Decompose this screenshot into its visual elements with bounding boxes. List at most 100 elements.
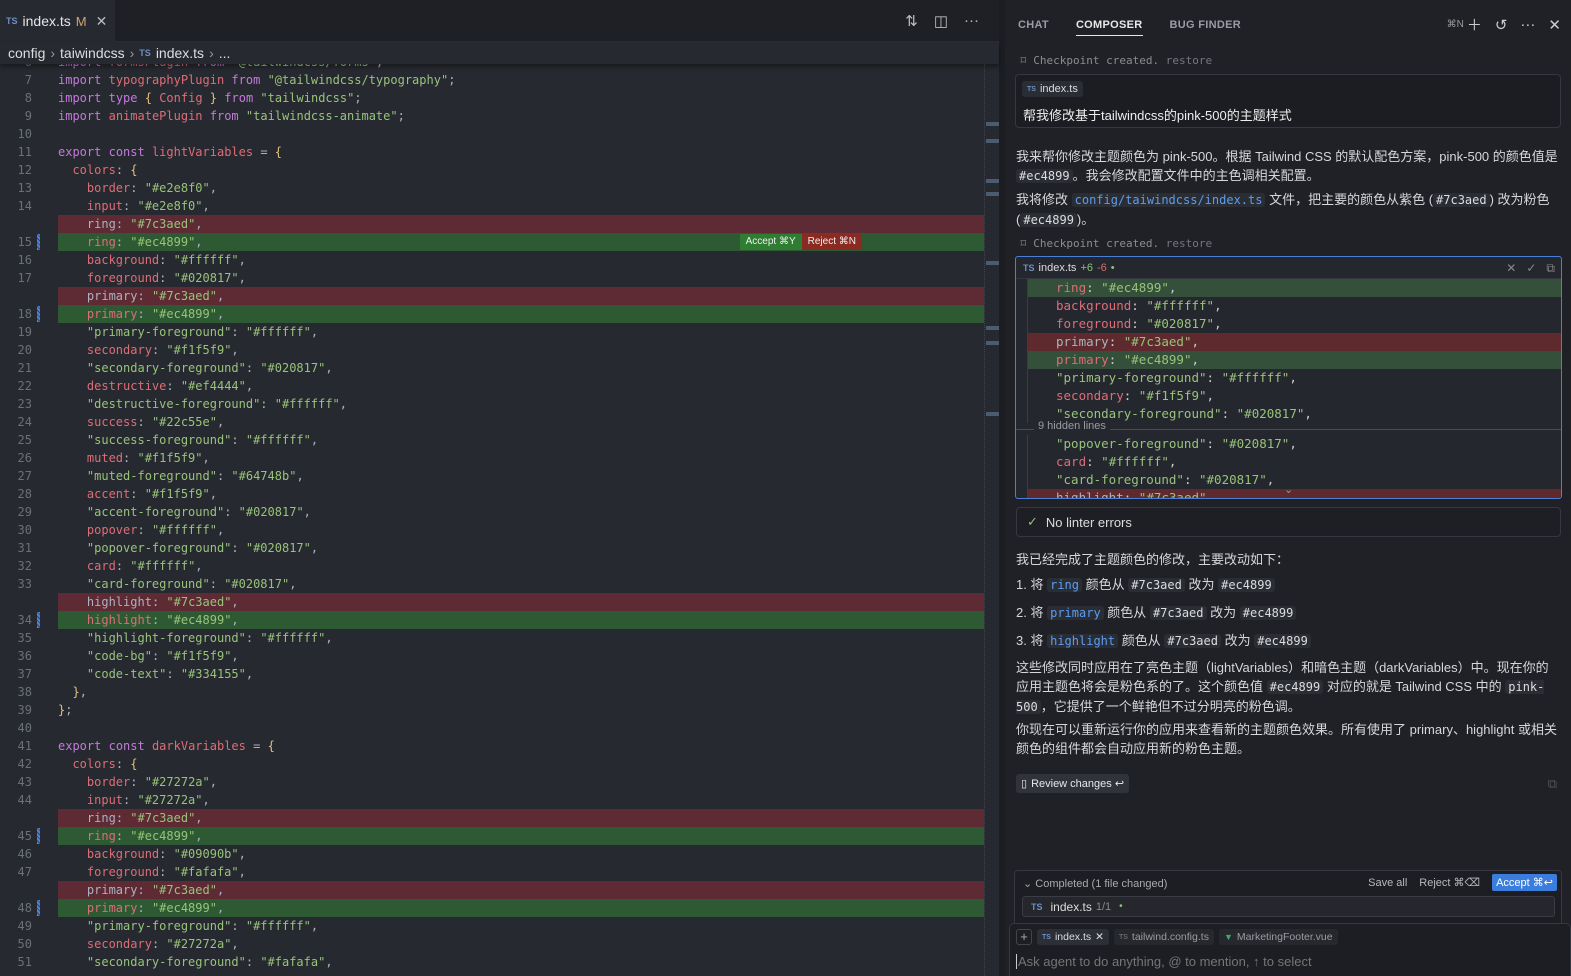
code-line: 12 colors: { — [0, 161, 984, 179]
reject-icon[interactable]: ✕ — [1506, 261, 1516, 276]
removed-line: primary: "#7c3aed", — [58, 287, 984, 305]
tab-index-ts[interactable]: TS index.ts M ✕ — [0, 0, 115, 42]
code-line: 38 }, — [0, 683, 984, 701]
text: 1. 将 — [1016, 577, 1044, 592]
composer-panel: CHAT COMPOSER BUG FINDER ⌘N ＋ ↺ ··· ✕ ⌑ … — [1005, 0, 1571, 976]
line-number: 26 — [17, 451, 32, 465]
split-editor-icon[interactable]: ◫ — [934, 12, 948, 30]
line-number: 46 — [17, 847, 32, 861]
checkpoint: ⌑ Checkpoint created. restore — [1020, 237, 1212, 250]
diff-filename[interactable]: index.ts — [1039, 262, 1077, 274]
code-line: 9 import animatePlugin from "tailwindcss-… — [0, 107, 984, 125]
code-line: 28 accent: "#f1f5f9", — [0, 485, 984, 503]
copy-icon[interactable]: ⧉ — [1548, 776, 1557, 792]
hidden-lines-divider[interactable]: 9 hidden lines — [1016, 420, 1561, 435]
change-marker[interactable] — [37, 612, 40, 628]
code-text: "destructive-foreground": "#ffffff", — [86, 397, 348, 411]
vue-icon: ▼ — [1223, 932, 1233, 942]
review-label: Review changes ↩ — [1031, 778, 1125, 790]
code-line: 36 "code-bg": "#f1f5f9", — [0, 647, 984, 665]
line-number: 7 — [24, 73, 32, 87]
code-editor[interactable]: 6 import formsPlugin from "@tailwindcss/f… — [0, 63, 984, 976]
file-chip[interactable]: TS index.ts — [1022, 81, 1083, 97]
typescript-icon: TS — [1118, 933, 1128, 941]
save-all-button[interactable]: Save all — [1368, 877, 1407, 889]
line-number: 45 — [17, 829, 32, 843]
change-marker[interactable] — [37, 306, 40, 322]
restore-link[interactable]: restore — [1166, 237, 1212, 250]
change-marker[interactable] — [37, 900, 40, 916]
diff-card: TS index.ts +6 -6 • ✕ ✓ ⧉ ring: "#ec4899",… — [1015, 256, 1562, 499]
code-text: "muted-foreground": "#64748b", — [86, 469, 304, 483]
accept-all-button[interactable]: Accept ⌘↩ — [1492, 874, 1557, 891]
code-line: 26 muted: "#f1f5f9", — [0, 449, 984, 467]
more-icon[interactable]: ··· — [1520, 16, 1535, 33]
code-line: 35 "highlight-foreground": "#ffffff", — [0, 629, 984, 647]
accept-change-button[interactable]: Accept ⌘Y — [739, 234, 802, 250]
checkpoint: ⌑ Checkpoint created. restore — [1020, 54, 1212, 67]
line-number: 51 — [17, 955, 32, 969]
code-line: card: "#ffffff", — [1027, 453, 1561, 471]
assistant-paragraph: 你现在可以重新运行你的应用来查看新的主题颜色效果。所有使用了 primary、h… — [1016, 722, 1557, 756]
code-text: }; — [58, 703, 73, 717]
code-line: 33 "card-foreground": "#020817", — [0, 575, 984, 593]
code-text: "card-foreground": "#020817", — [86, 577, 297, 591]
code-line: 42 colors: { — [0, 755, 984, 773]
history-icon[interactable]: ↺ — [1495, 16, 1508, 34]
change-marker[interactable] — [37, 234, 40, 250]
close-icon[interactable]: ✕ — [1548, 16, 1561, 34]
reject-change-button[interactable]: Reject ⌘N — [801, 234, 862, 250]
tab-composer[interactable]: COMPOSER — [1075, 0, 1143, 36]
chevron-down-icon[interactable]: ⌄ — [1284, 483, 1293, 496]
changed-file-row[interactable]: TS index.ts 1/1 • — [1022, 896, 1555, 917]
chevron-right-icon: › — [50, 45, 56, 61]
context-chip[interactable]: ▼ MarketingFooter.vue — [1218, 929, 1338, 945]
code-line: 11 export const lightVariables = { — [0, 143, 984, 161]
review-changes-button[interactable]: ▯ Review changes ↩ — [1016, 774, 1130, 793]
code-line: 17 foreground: "#020817", — [0, 269, 984, 287]
typescript-icon: TS — [1027, 85, 1036, 93]
agent-prompt-input[interactable] — [1016, 954, 1556, 969]
code-text: highlight: "#ec4899", — [86, 613, 239, 627]
breadcrumb-item[interactable]: index.ts — [156, 45, 204, 61]
minimap-marker — [986, 192, 999, 196]
add-context-button[interactable]: + — [1016, 929, 1032, 945]
code-text: ring: "#ec4899", — [86, 829, 203, 843]
code-line: 31 "popover-foreground": "#020817", — [0, 539, 984, 557]
code-line: 40 — [0, 719, 984, 737]
chevron-down-icon[interactable]: ⌄ — [1023, 878, 1032, 890]
code-line: 41 export const darkVariables = { — [0, 737, 984, 755]
open-file-icon[interactable]: ⧉ — [1546, 261, 1555, 276]
breadcrumb-item[interactable]: taiwindcss — [60, 45, 125, 61]
context-chip[interactable]: TS index.ts ✕ — [1037, 929, 1109, 945]
code-text: muted: "#f1f5f9", — [86, 451, 210, 465]
restore-link[interactable]: restore — [1166, 54, 1212, 67]
status-dot: • — [1119, 901, 1123, 912]
added-line: 15 ring: "#ec4899", Accept ⌘Y Reject ⌘N — [0, 233, 984, 251]
minimap[interactable] — [984, 64, 999, 976]
code-line: 50 secondary: "#27272a", — [0, 935, 984, 953]
line-number: 28 — [17, 487, 32, 501]
code-text: ring: "#ec4899", — [86, 235, 203, 249]
compare-changes-icon[interactable]: ⇅ — [905, 12, 918, 30]
line-number: 21 — [17, 361, 32, 375]
reject-all-button[interactable]: Reject ⌘⌫ — [1419, 876, 1480, 889]
close-icon[interactable]: ✕ — [96, 13, 108, 30]
change-marker[interactable] — [37, 828, 40, 844]
inline-code: #7c3aed — [1149, 606, 1207, 620]
tab-chat[interactable]: CHAT — [1018, 0, 1049, 36]
line-number: 41 — [17, 739, 32, 753]
code-line: 13 border: "#e2e8f0", — [0, 179, 984, 197]
close-icon[interactable]: ✕ — [1095, 931, 1104, 943]
removed-line: ring: "#7c3aed", — [58, 809, 984, 827]
added-line: 18 primary: "#ec4899", — [0, 305, 984, 323]
file-link[interactable]: config/taiwindcss/index.ts — [1071, 193, 1266, 207]
context-chip[interactable]: TS tailwind.config.ts — [1113, 929, 1214, 945]
breadcrumb-item[interactable]: config — [8, 45, 45, 61]
breadcrumb-item[interactable]: ... — [219, 45, 231, 61]
line-number: 36 — [17, 649, 32, 663]
more-icon[interactable]: ··· — [964, 12, 979, 30]
accept-icon[interactable]: ✓ — [1526, 261, 1536, 276]
plus-icon[interactable]: ＋ — [1467, 14, 1482, 35]
tab-bug-finder[interactable]: BUG FINDER — [1170, 0, 1241, 36]
